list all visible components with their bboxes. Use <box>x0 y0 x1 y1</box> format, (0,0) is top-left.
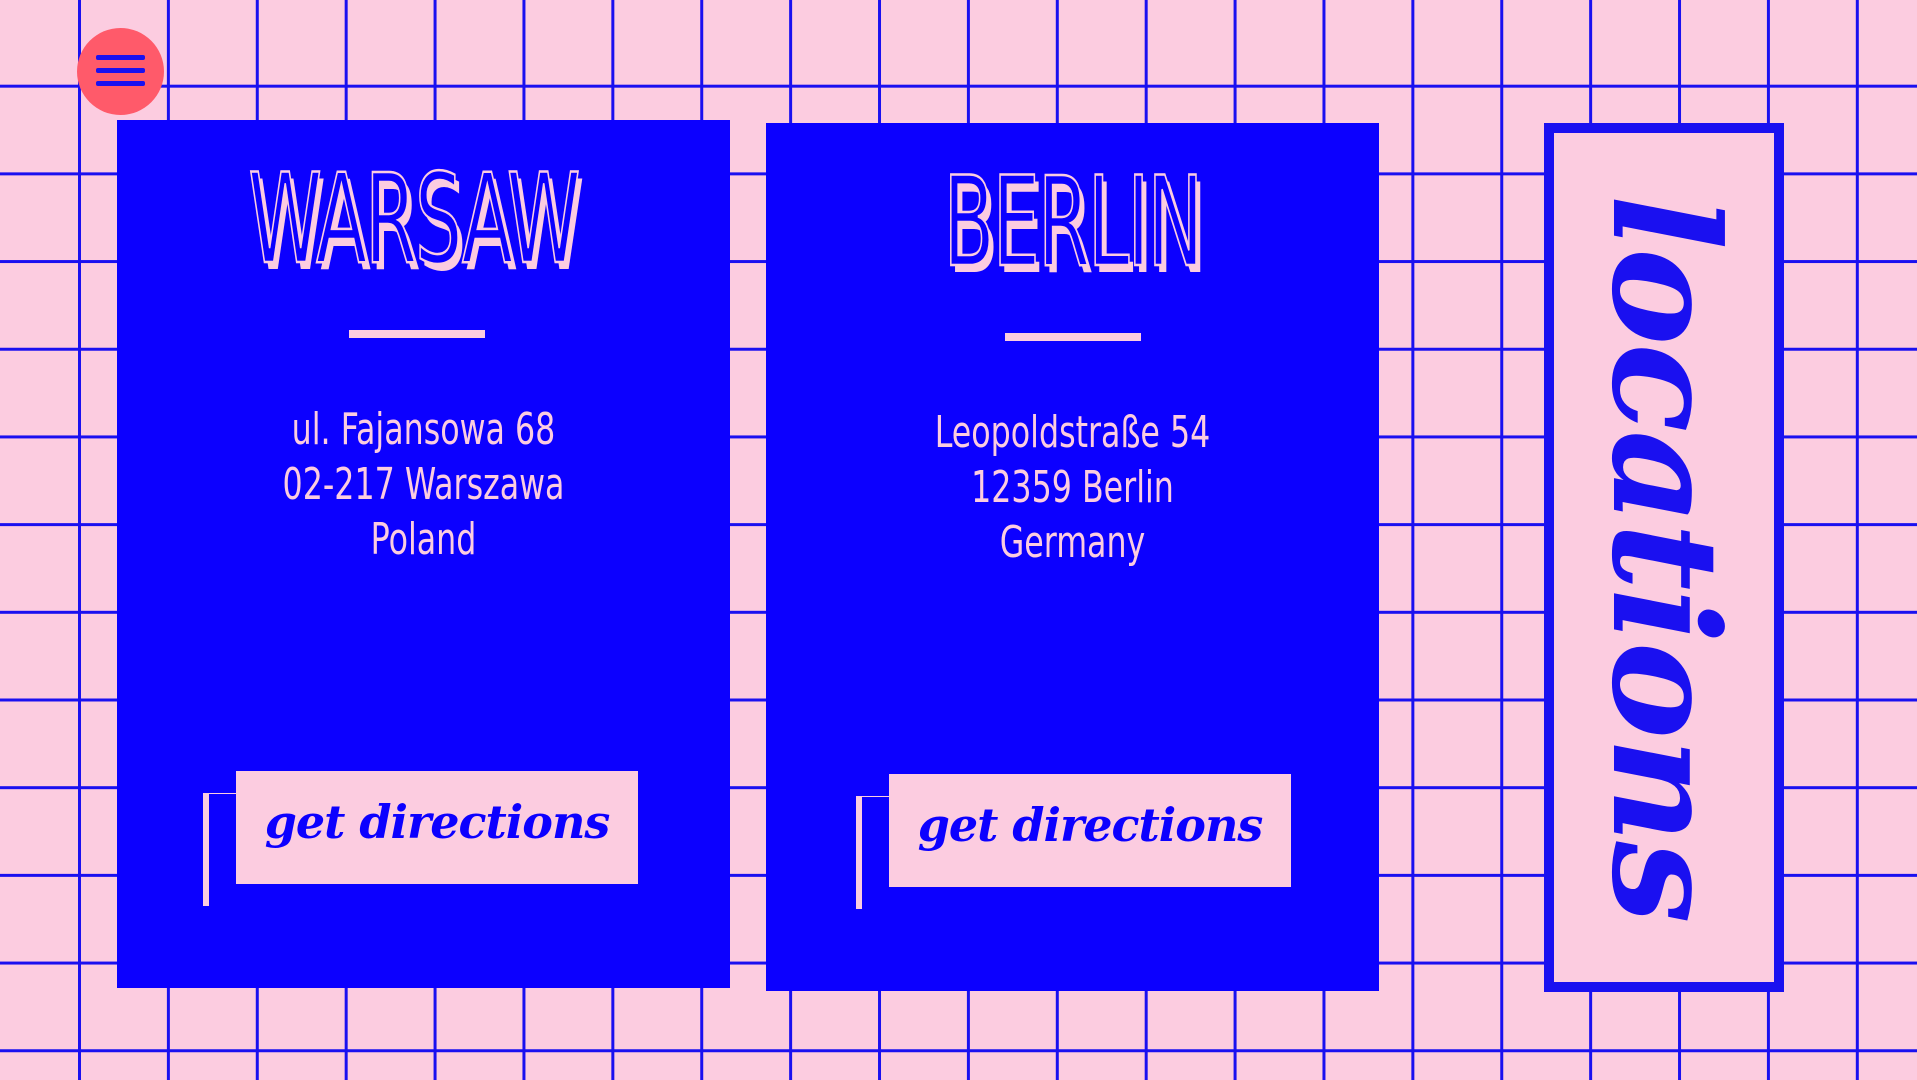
address-street: Leopoldstraße 54 <box>934 407 1211 458</box>
hamburger-menu-icon <box>96 55 145 60</box>
address-country: Germany <box>999 517 1146 568</box>
address-street: ul. Fajansowa 68 <box>291 404 556 455</box>
get-directions-label: get directions <box>264 795 611 849</box>
address-postal-city: 02-217 Warszawa <box>282 459 565 510</box>
locations-heading: locations <box>1579 194 1750 921</box>
address: ul. Fajansowa 68 02-217 Warszawa Poland <box>117 402 730 567</box>
hamburger-menu-icon-bar <box>96 68 145 73</box>
divider <box>1005 333 1141 341</box>
menu-button[interactable] <box>77 28 164 115</box>
locations-side-panel: locations <box>1544 123 1784 992</box>
hamburger-menu-icon-bar <box>96 81 145 86</box>
get-directions-button-warsaw[interactable]: get directions <box>209 771 638 905</box>
address-postal-city: 12359 Berlin <box>971 462 1174 513</box>
city-title: WARSAW <box>248 148 582 292</box>
location-card-berlin: BERLIN Leopoldstraße 54 12359 Berlin Ger… <box>766 123 1379 991</box>
location-card-warsaw: WARSAW ul. Fajansowa 68 02-217 Warszawa … <box>117 120 730 988</box>
address: Leopoldstraße 54 12359 Berlin Germany <box>766 405 1379 570</box>
divider <box>349 330 485 338</box>
address-country: Poland <box>370 514 477 565</box>
get-directions-button-berlin[interactable]: get directions <box>862 774 1291 908</box>
city-title: BERLIN <box>943 151 1204 295</box>
get-directions-label: get directions <box>917 798 1264 852</box>
